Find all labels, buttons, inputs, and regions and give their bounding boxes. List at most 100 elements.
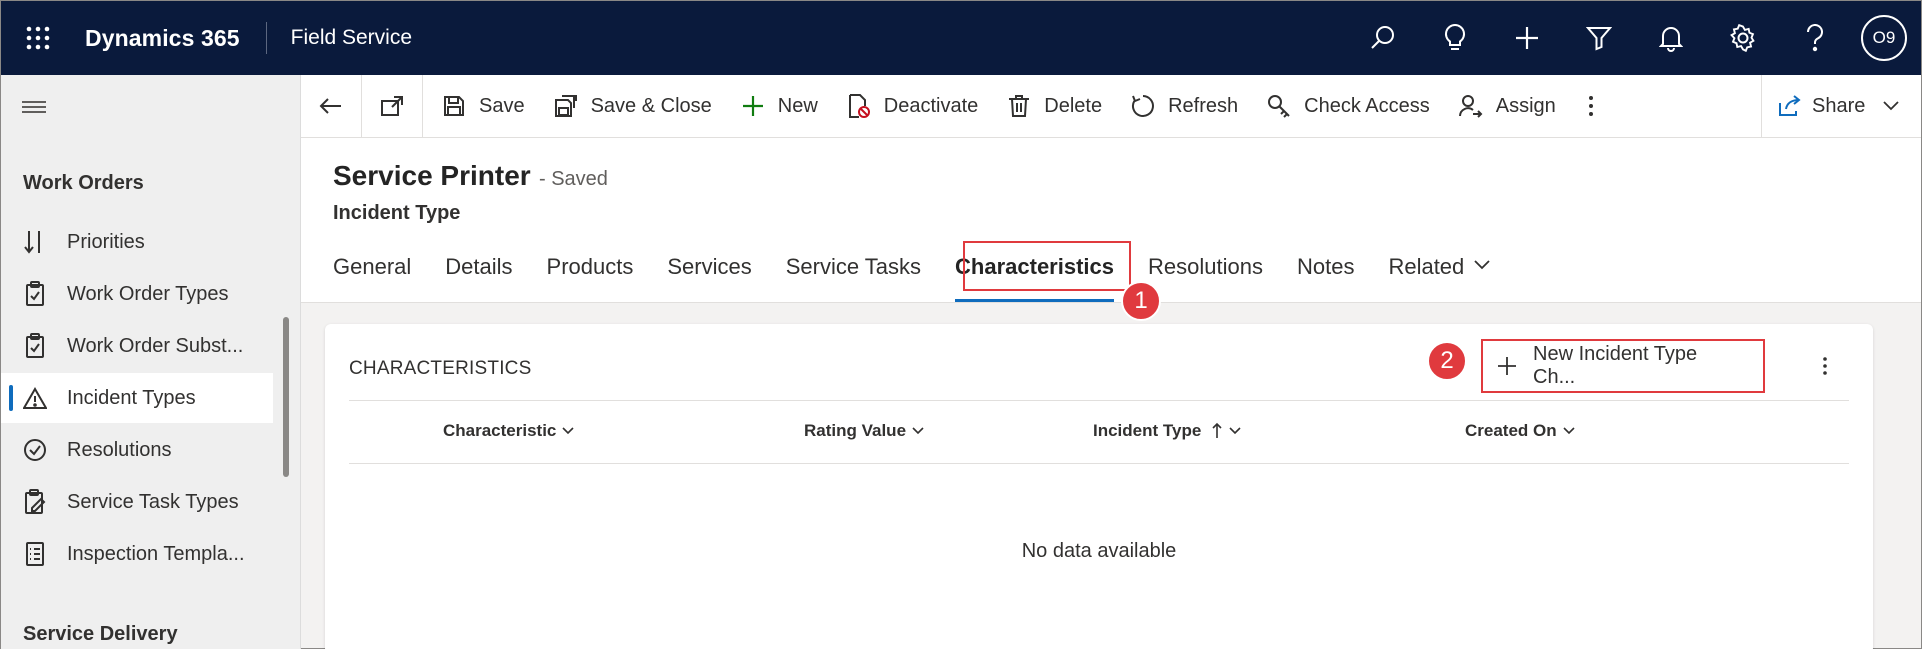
assign-button[interactable]: Assign: [1444, 75, 1570, 138]
sidebar-item-inspection-templates[interactable]: Inspection Templa...: [1, 529, 273, 579]
tab-details[interactable]: Details: [445, 242, 512, 302]
column-label: Incident Type: [1093, 421, 1202, 440]
assign-label: Assign: [1495, 94, 1556, 117]
grid-header: Characteristic Rating Value Incident Typ…: [349, 400, 1849, 464]
chevron-down-icon: [1883, 101, 1900, 111]
check-circle-icon: [23, 437, 47, 463]
chevron-down-icon: [1563, 427, 1575, 435]
key-search-icon: [1266, 93, 1292, 119]
hamburger-menu-icon[interactable]: [21, 97, 51, 121]
deactivate-label: Deactivate: [883, 94, 979, 117]
app-launcher-icon[interactable]: [1, 1, 75, 75]
column-header-characteristic[interactable]: Characteristic: [443, 421, 574, 441]
priorities-icon: [23, 229, 47, 255]
tab-resolutions[interactable]: Resolutions: [1148, 242, 1263, 302]
plus-icon[interactable]: [1491, 1, 1563, 75]
column-header-rating-value[interactable]: Rating Value: [804, 421, 924, 441]
bell-icon[interactable]: [1635, 1, 1707, 75]
record-title: Service Printer: [333, 160, 531, 191]
clipboard-edit-icon: [23, 489, 47, 515]
sidebar-item-resolutions[interactable]: Resolutions: [1, 425, 273, 475]
share-label: Share: [1812, 94, 1866, 117]
column-header-incident-type[interactable]: Incident Type: [1093, 421, 1241, 441]
product-name[interactable]: Dynamics 365: [85, 25, 240, 52]
checklist-icon: [23, 541, 47, 567]
clipboard-icon: [23, 281, 47, 307]
callout-highlight-1: [963, 241, 1131, 291]
app-name[interactable]: Field Service: [291, 26, 412, 50]
sidebar-item-priorities[interactable]: Priorities: [1, 217, 273, 267]
sidebar-item-label: Priorities: [67, 230, 145, 253]
refresh-label: Refresh: [1168, 94, 1239, 117]
chevron-down-icon: [912, 427, 924, 435]
search-icon[interactable]: [1347, 1, 1419, 75]
sidebar-item-label: Incident Types: [67, 386, 196, 409]
save-and-close-button[interactable]: Save & Close: [539, 75, 726, 138]
empty-state-message: No data available: [1021, 540, 1177, 562]
deactivate-button[interactable]: Deactivate: [832, 75, 993, 138]
brand-divider: [265, 22, 267, 54]
clipboard-icon: [23, 333, 47, 359]
tab-service-tasks[interactable]: Service Tasks: [786, 242, 921, 302]
sitemap-sidebar: Work Orders Priorities Work Order Types …: [1, 75, 301, 649]
delete-button[interactable]: Delete: [992, 75, 1116, 138]
column-label: Created On: [1465, 421, 1557, 440]
save-button[interactable]: Save: [423, 75, 539, 138]
new-button[interactable]: New: [726, 75, 832, 138]
sidebar-item-label: Work Order Types: [67, 282, 229, 305]
help-icon[interactable]: [1779, 1, 1851, 75]
sidebar-item-label: Inspection Templa...: [67, 542, 245, 565]
column-label: Characteristic: [443, 421, 557, 440]
save-and-close-label: Save & Close: [590, 94, 712, 117]
sidebar-item-incident-types[interactable]: Incident Types: [1, 373, 273, 423]
chevron-down-icon: [1474, 260, 1490, 270]
refresh-icon: [1130, 93, 1156, 119]
filter-icon[interactable]: [1563, 1, 1635, 75]
sidebar-item-label: Service Task Types: [67, 490, 239, 513]
deactivate-icon: [846, 93, 872, 119]
sidebar-scrollbar[interactable]: [283, 317, 289, 477]
sort-ascending-icon: [1212, 422, 1222, 438]
check-access-button[interactable]: Check Access: [1252, 75, 1444, 138]
share-icon: [1778, 95, 1802, 117]
column-label: Rating Value: [804, 421, 907, 440]
refresh-button[interactable]: Refresh: [1116, 75, 1252, 138]
tab-products[interactable]: Products: [547, 242, 634, 302]
back-arrow-icon[interactable]: [301, 75, 361, 138]
save-status: - Saved: [539, 168, 608, 190]
sidebar-item-work-order-types[interactable]: Work Order Types: [1, 269, 273, 319]
tab-general[interactable]: General: [333, 242, 411, 302]
save-close-icon: [553, 93, 579, 119]
sidebar-item-label: Resolutions: [67, 438, 172, 461]
entity-name: Incident Type: [333, 202, 461, 224]
person-arrow-icon: [1458, 93, 1484, 119]
user-avatar[interactable]: O9: [1861, 15, 1907, 61]
chevron-down-icon: [1229, 427, 1241, 435]
more-commands-icon[interactable]: [1570, 75, 1612, 138]
sidebar-item-work-order-substatuses[interactable]: Work Order Subst...: [1, 321, 273, 371]
top-navigation-bar: Dynamics 365 Field Service O9: [1, 1, 1921, 75]
command-bar: Save Save & Close New Deactivate Delete …: [301, 74, 1921, 138]
check-access-label: Check Access: [1304, 94, 1430, 117]
sidebar-item-service-task-types[interactable]: Service Task Types: [1, 477, 273, 527]
lightbulb-icon[interactable]: [1419, 1, 1491, 75]
tab-services[interactable]: Services: [667, 242, 751, 302]
tab-related[interactable]: Related: [1388, 242, 1490, 302]
more-options-icon[interactable]: [1805, 346, 1845, 386]
column-header-created-on[interactable]: Created On: [1465, 421, 1575, 441]
gear-icon[interactable]: [1707, 1, 1779, 75]
callout-badge-2: 2: [1427, 341, 1467, 381]
tab-related-label: Related: [1388, 254, 1465, 279]
chevron-down-icon: [562, 427, 574, 435]
open-new-window-icon[interactable]: [362, 75, 422, 138]
nav-group-work-orders: Work Orders: [23, 172, 144, 194]
tab-notes[interactable]: Notes: [1297, 242, 1354, 302]
nav-group-service-delivery: Service Delivery: [23, 623, 178, 645]
save-label: Save: [479, 94, 525, 117]
callout-badge-1: 1: [1121, 281, 1161, 321]
trash-icon: [1006, 93, 1032, 119]
share-button[interactable]: Share: [1761, 75, 1921, 137]
warning-icon: [23, 385, 47, 411]
callout-highlight-2: [1481, 339, 1765, 393]
section-title: CHARACTERISTICS: [349, 358, 532, 379]
